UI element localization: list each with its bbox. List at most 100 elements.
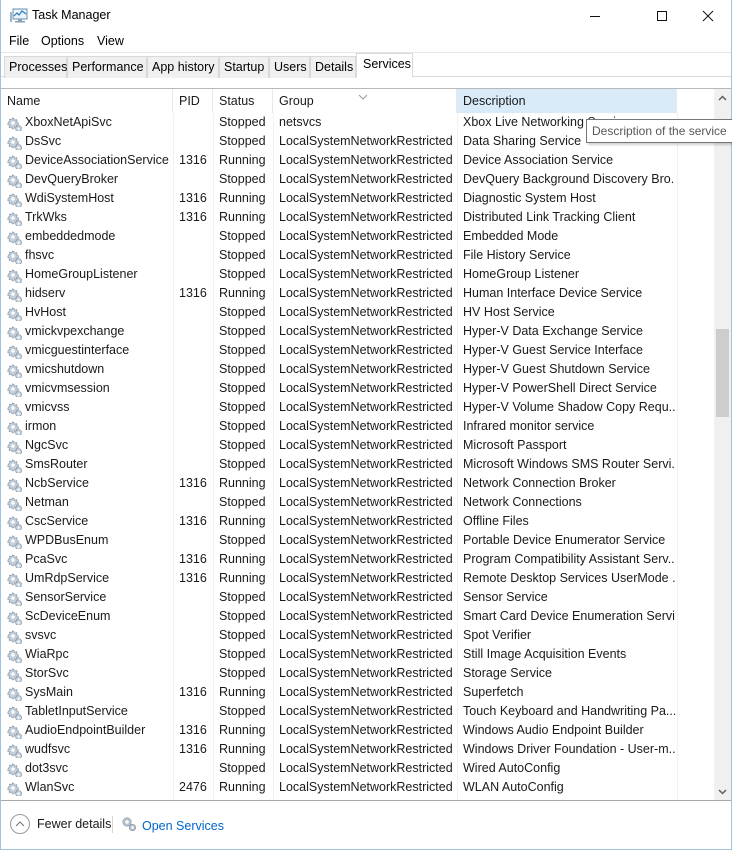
service-group: LocalSystemNetworkRestricted (279, 172, 453, 186)
service-gear-icon (7, 514, 23, 530)
table-row[interactable]: WiaRpc Stopped LocalSystemNetworkRestricte… (1, 645, 714, 664)
footer-divider (112, 816, 113, 833)
table-row[interactable]: Netman Stopped LocalSystemNetworkRestricte… (1, 493, 714, 512)
table-row[interactable]: embeddedmode Stopped LocalSystemNetworkRes… (1, 227, 714, 246)
service-gear-icon (7, 666, 23, 682)
menu-file[interactable]: File (9, 34, 29, 48)
menu-view[interactable]: View (97, 34, 124, 48)
table-row[interactable]: WlanSvc 2476 Running LocalSystemNetworkRest… (1, 778, 714, 797)
service-description: Distributed Link Tracking Client (463, 210, 636, 224)
table-row[interactable]: WdiSystemHost 1316 Running LocalSystemNetwo… (1, 189, 714, 208)
service-name: CscService (25, 514, 89, 528)
table-row[interactable]: NcbService 1316 Running LocalSystemNetworkR… (1, 474, 714, 493)
table-row[interactable]: NgcSvc Stopped LocalSystemNetworkRestricte… (1, 436, 714, 455)
table-row[interactable]: DeviceAssociationService 1316 Running Local… (1, 151, 714, 170)
table-row[interactable]: vmicshutdown Stopped LocalSystemNetworkRes… (1, 360, 714, 379)
service-gear-icon (7, 134, 23, 150)
table-row[interactable]: HvHost Stopped LocalSystemNetworkRestricte… (1, 303, 714, 322)
column-header-pid[interactable]: PID (173, 89, 213, 113)
table-row[interactable]: vmicvss Stopped LocalSystemNetworkRestrict… (1, 398, 714, 417)
service-pid: 1316 (179, 723, 207, 737)
table-row[interactable]: dot3svc Stopped LocalSystemNetworkRestrict… (1, 759, 714, 778)
table-row[interactable]: TabletInputService Stopped LocalSystemNetw… (1, 702, 714, 721)
service-status: Running (219, 286, 266, 300)
tab-users[interactable]: Users (269, 56, 310, 78)
service-pid (179, 493, 213, 512)
scroll-down-button[interactable] (714, 783, 731, 800)
minimize-button[interactable] (572, 0, 618, 31)
service-gear-icon (7, 153, 23, 169)
open-services-link[interactable]: Open Services (121, 816, 224, 835)
service-name: NgcSvc (25, 438, 69, 452)
table-row[interactable]: vmickvpexchange Stopped LocalSystemNetwork… (1, 322, 714, 341)
table-row[interactable]: PcaSvc 1316 Running LocalSystemNetworkRestr… (1, 550, 714, 569)
service-status: Stopped (219, 609, 266, 623)
table-row[interactable]: ScDeviceEnum Stopped LocalSystemNetworkRes… (1, 607, 714, 626)
tab-services[interactable]: Services (356, 53, 413, 78)
service-name: hidserv (25, 286, 66, 300)
table-row[interactable]: DevQueryBroker Stopped LocalSystemNetworkR… (1, 170, 714, 189)
service-status: Stopped (219, 628, 266, 642)
service-description: Touch Keyboard and Handwriting Pa... (463, 704, 675, 718)
table-row[interactable]: vmicguestinterface Stopped LocalSystemNetw… (1, 341, 714, 360)
table-row[interactable]: hidserv 1316 Running LocalSystemNetworkRest… (1, 284, 714, 303)
title-bar: Task Manager (1, 0, 731, 31)
table-row[interactable]: vmicvmsession Stopped LocalSystemNetworkRe… (1, 379, 714, 398)
chevron-down-icon (718, 788, 727, 795)
service-description: Sensor Service (463, 590, 548, 604)
service-name: svsvc (25, 628, 57, 642)
tab-details[interactable]: Details (310, 56, 356, 78)
service-group: LocalSystemNetworkRestricted (279, 628, 453, 642)
service-description: Smart Card Device Enumeration Servi... (463, 609, 675, 623)
fewer-details-button[interactable]: Fewer details (10, 814, 111, 834)
service-status: Stopped (219, 134, 266, 148)
column-header-description[interactable]: Description (457, 89, 677, 113)
table-row[interactable]: fhsvc Stopped LocalSystemNetworkRestricted… (1, 246, 714, 265)
service-gear-icon (7, 400, 23, 416)
service-group: LocalSystemNetworkRestricted (279, 267, 453, 281)
column-header-status[interactable]: Status (213, 89, 273, 113)
table-row[interactable]: CscService 1316 Running LocalSystemNetworkR… (1, 512, 714, 531)
scroll-up-button[interactable] (714, 89, 731, 106)
service-status: Running (219, 742, 266, 756)
service-description: File History Service (463, 248, 571, 262)
chevron-up-icon (718, 94, 727, 101)
table-row[interactable]: UmRdpService 1316 Running LocalSystemNetwor… (1, 569, 714, 588)
service-gear-icon (7, 457, 23, 473)
service-group: LocalSystemNetworkRestricted (279, 514, 453, 528)
close-button[interactable] (685, 0, 731, 31)
service-pid: 1316 (179, 685, 207, 699)
service-pid: 1316 (179, 571, 207, 585)
service-pid (179, 322, 213, 341)
tab-app-history[interactable]: App history (147, 56, 219, 78)
menu-options[interactable]: Options (41, 34, 84, 48)
table-row[interactable]: AudioEndpointBuilder 1316 Running LocalSyst… (1, 721, 714, 740)
service-name: WiaRpc (25, 647, 69, 661)
table-row[interactable]: SensorService Stopped LocalSystemNetworkRe… (1, 588, 714, 607)
table-row[interactable]: HomeGroupListener Stopped LocalSystemNetwo… (1, 265, 714, 284)
service-description: Wired AutoConfig (463, 761, 561, 775)
vertical-scrollbar[interactable] (714, 89, 731, 800)
service-status: Stopped (219, 590, 266, 604)
table-row[interactable]: irmon Stopped LocalSystemNetworkRestricted… (1, 417, 714, 436)
table-row[interactable]: WPDBusEnum Stopped LocalSystemNetworkRestr… (1, 531, 714, 550)
table-row[interactable]: SmsRouter Stopped LocalSystemNetworkRestri… (1, 455, 714, 474)
table-row[interactable]: StorSvc Stopped LocalSystemNetworkRestrict… (1, 664, 714, 683)
service-description: Storage Service (463, 666, 552, 680)
service-pid: 1316 (179, 514, 207, 528)
service-group: LocalSystemNetworkRestricted (279, 438, 453, 452)
service-group: LocalSystemNetworkRestricted (279, 153, 453, 167)
tab-processes[interactable]: Processes (4, 56, 67, 78)
tab-startup[interactable]: Startup (219, 56, 269, 78)
tab-bar: Processes Performance App history Startu… (1, 52, 731, 78)
table-row[interactable]: TrkWks 1316 Running LocalSystemNetworkRestr… (1, 208, 714, 227)
service-gear-icon (7, 343, 23, 359)
tab-performance[interactable]: Performance (67, 56, 147, 78)
column-header-name[interactable]: Name (1, 89, 173, 113)
table-row[interactable]: wudfsvc 1316 Running LocalSystemNetworkRest… (1, 740, 714, 759)
table-row[interactable]: svsvc Stopped LocalSystemNetworkRestricted… (1, 626, 714, 645)
maximize-button[interactable] (639, 0, 685, 31)
service-gear-icon (7, 685, 23, 701)
scrollbar-thumb[interactable] (716, 329, 729, 418)
table-row[interactable]: SysMain 1316 Running LocalSystemNetworkRest… (1, 683, 714, 702)
